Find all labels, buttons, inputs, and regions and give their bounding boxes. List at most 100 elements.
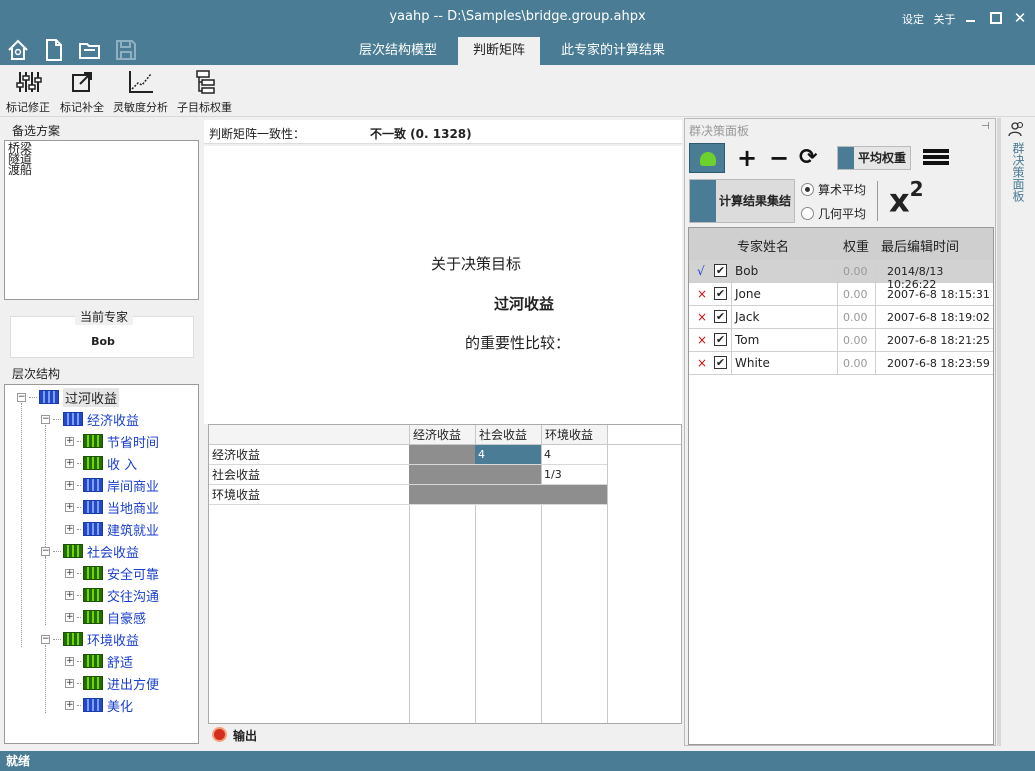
open-folder-icon[interactable] xyxy=(78,38,102,62)
panel-splitter[interactable] xyxy=(997,118,1001,746)
tab-expert-results[interactable]: 此专家的计算结果 xyxy=(546,37,680,65)
tree-node-access[interactable]: + 进出方便 xyxy=(65,673,159,693)
average-weight-button[interactable]: 平均权重 xyxy=(837,146,911,170)
output-label: 输出 xyxy=(233,729,258,743)
sub-goal-weight-button[interactable]: 子目标权重 xyxy=(177,69,232,115)
mark-correct-button[interactable]: 标记修正 xyxy=(6,69,50,115)
table-row[interactable]: × ✔ Tom 0.00 2007-6-8 18:21:25 xyxy=(689,329,993,352)
matrix-row-header: 环境收益 xyxy=(209,485,409,505)
home-icon[interactable] xyxy=(6,38,30,62)
list-item[interactable]: 桥梁 xyxy=(8,142,195,154)
criteria-node-icon xyxy=(83,588,103,602)
current-expert-label: 当前专家 xyxy=(75,308,134,325)
tree-node-construction-jobs[interactable]: + 建筑就业 xyxy=(65,519,159,539)
pin-icon[interactable]: ⊣ xyxy=(981,121,990,132)
matrix-col-header: 环境收益 xyxy=(541,425,607,445)
list-item[interactable]: 渡船 xyxy=(8,164,195,176)
tree-node-root[interactable]: − 过河收益 xyxy=(17,387,120,407)
criteria-node-icon xyxy=(63,632,83,646)
criteria-node-icon xyxy=(63,412,83,426)
group-decision-side-tab[interactable]: 群决策面板 xyxy=(1006,118,1030,210)
minimize-button[interactable] xyxy=(960,9,984,27)
criteria-node-icon xyxy=(83,500,103,514)
include-checkbox[interactable]: ✔ xyxy=(714,310,727,323)
tree-node-safety[interactable]: + 安全可靠 xyxy=(65,563,159,583)
prompt-line3: 的重要性比较： xyxy=(465,334,571,352)
tree-node-cross-commerce[interactable]: + 岸间商业 xyxy=(65,475,159,495)
judgment-matrix-grid[interactable]: 经济收益 社会收益 环境收益 经济收益 社会收益 环境收益 4 4 1/3 xyxy=(208,424,682,724)
table-row[interactable]: × ✔ White 0.00 2007-6-8 18:23:59 xyxy=(689,352,993,375)
tree-node-income[interactable]: + 收 入 xyxy=(65,453,137,473)
expert-table-header: 专家姓名 权重 最后编辑时间 xyxy=(689,228,993,260)
matrix-cell[interactable]: 1/3 xyxy=(541,465,607,485)
table-row[interactable]: √ ✔ Bob 0.00 2014/8/13 10:26:22 xyxy=(689,260,993,291)
criteria-node-icon xyxy=(83,522,103,536)
alternatives-list[interactable]: 桥梁 隧道 渡船 xyxy=(4,140,199,300)
tree-node-communication[interactable]: + 交往沟通 xyxy=(65,585,159,605)
tab-hierarchy-model[interactable]: 层次结构模型 xyxy=(344,37,452,65)
group-users-button[interactable] xyxy=(689,143,725,173)
settings-link[interactable]: 设定 xyxy=(902,13,924,26)
criteria-node-icon xyxy=(83,478,103,492)
matrix-cell[interactable]: 4 xyxy=(541,445,607,465)
tab-judgment-matrix[interactable]: 判断矩阵 xyxy=(458,37,541,65)
matrix-cell xyxy=(409,485,475,505)
list-icon[interactable] xyxy=(923,147,949,167)
comparison-prompt: 关于决策目标 过河收益 的重要性比较： xyxy=(204,146,682,424)
matrix-cell xyxy=(541,485,607,505)
mark-complete-button[interactable]: 标记补全 xyxy=(60,69,104,115)
toolbar: 标记修正 标记补全 灵敏度分析 子目标权重 xyxy=(0,65,1035,117)
consistency-label: 判断矩阵一致性： xyxy=(209,127,306,141)
output-tab[interactable]: 输出 xyxy=(208,725,682,745)
matrix-cell xyxy=(475,465,541,485)
window-title: yaahp -- D:\Samples\bridge.group.ahpx xyxy=(389,9,646,24)
criteria-node-icon xyxy=(83,566,103,580)
tree-node-beautify[interactable]: + 美化 xyxy=(65,695,133,715)
add-expert-button[interactable]: + xyxy=(737,143,757,173)
criteria-node-icon xyxy=(83,456,103,470)
hierarchy-tree[interactable]: − 过河收益 − 经济收益 + 节省时间 + 收 入 + 岸间商业 + 当地商业 + 建筑就业… xyxy=(4,384,199,744)
include-checkbox[interactable]: ✔ xyxy=(714,333,727,346)
sensitivity-analysis-button[interactable]: 灵敏度分析 xyxy=(113,69,168,115)
matrix-row-header: 社会收益 xyxy=(209,465,409,485)
tree-node-economic[interactable]: − 经济收益 xyxy=(41,409,139,429)
geometric-mean-radio[interactable]: 几何平均 xyxy=(801,205,866,222)
tree-node-comfort[interactable]: + 舒适 xyxy=(65,651,133,671)
panel-title: 群决策面板 xyxy=(689,124,750,138)
new-file-icon[interactable] xyxy=(42,38,66,62)
chi-square-button[interactable]: x2 xyxy=(889,177,924,220)
include-checkbox[interactable]: ✔ xyxy=(714,264,727,277)
prompt-goal: 过河收益 xyxy=(494,295,555,313)
save-icon[interactable] xyxy=(114,38,138,62)
matrix-col-header: 经济收益 xyxy=(409,425,475,445)
tree-node-save-time[interactable]: + 节省时间 xyxy=(65,431,159,451)
list-item[interactable]: 隧道 xyxy=(8,153,195,165)
table-row[interactable]: × ✔ Jack 0.00 2007-6-8 18:19:02 xyxy=(689,306,993,329)
maximize-button[interactable] xyxy=(984,9,1008,27)
alternatives-label: 备选方案 xyxy=(12,124,61,138)
criteria-node-icon xyxy=(83,434,103,448)
refresh-icon[interactable]: ⟳ xyxy=(799,143,817,173)
sliders-icon xyxy=(14,69,42,95)
about-link[interactable]: 关于 xyxy=(934,13,956,26)
include-checkbox[interactable]: ✔ xyxy=(714,356,727,369)
tree-node-environment[interactable]: − 环境收益 xyxy=(41,629,139,649)
include-checkbox[interactable]: ✔ xyxy=(714,287,727,300)
matrix-cell[interactable]: 4 xyxy=(475,445,541,465)
arithmetic-mean-radio[interactable]: 算术平均 xyxy=(801,181,866,198)
close-button[interactable]: ✕ xyxy=(1008,9,1032,27)
tree-node-local-commerce[interactable]: + 当地商业 xyxy=(65,497,159,517)
criteria-node-icon xyxy=(63,544,83,558)
matrix-cell xyxy=(409,445,475,465)
ribbon-tabbar: 层次结构模型 判断矩阵 此专家的计算结果 xyxy=(0,34,1035,65)
tree-node-social[interactable]: − 社会收益 xyxy=(41,541,139,561)
matrix-cell xyxy=(475,485,541,505)
table-row[interactable]: × ✔ Jone 0.00 2007-6-8 18:15:31 xyxy=(689,283,993,306)
remove-expert-button[interactable]: − xyxy=(769,143,789,173)
calc-aggregate-button[interactable]: 计算结果集结 xyxy=(689,179,795,223)
tree-node-pride[interactable]: + 自豪感 xyxy=(65,607,146,627)
hierarchy-icon xyxy=(191,69,219,95)
line-chart-icon xyxy=(127,69,155,95)
group-decision-panel: 群决策面板 ⊣ + − ⟳ 平均权重 计算结果集结 算术平均 几何平均 x2 专… xyxy=(684,118,996,746)
criteria-node-icon xyxy=(83,654,103,668)
